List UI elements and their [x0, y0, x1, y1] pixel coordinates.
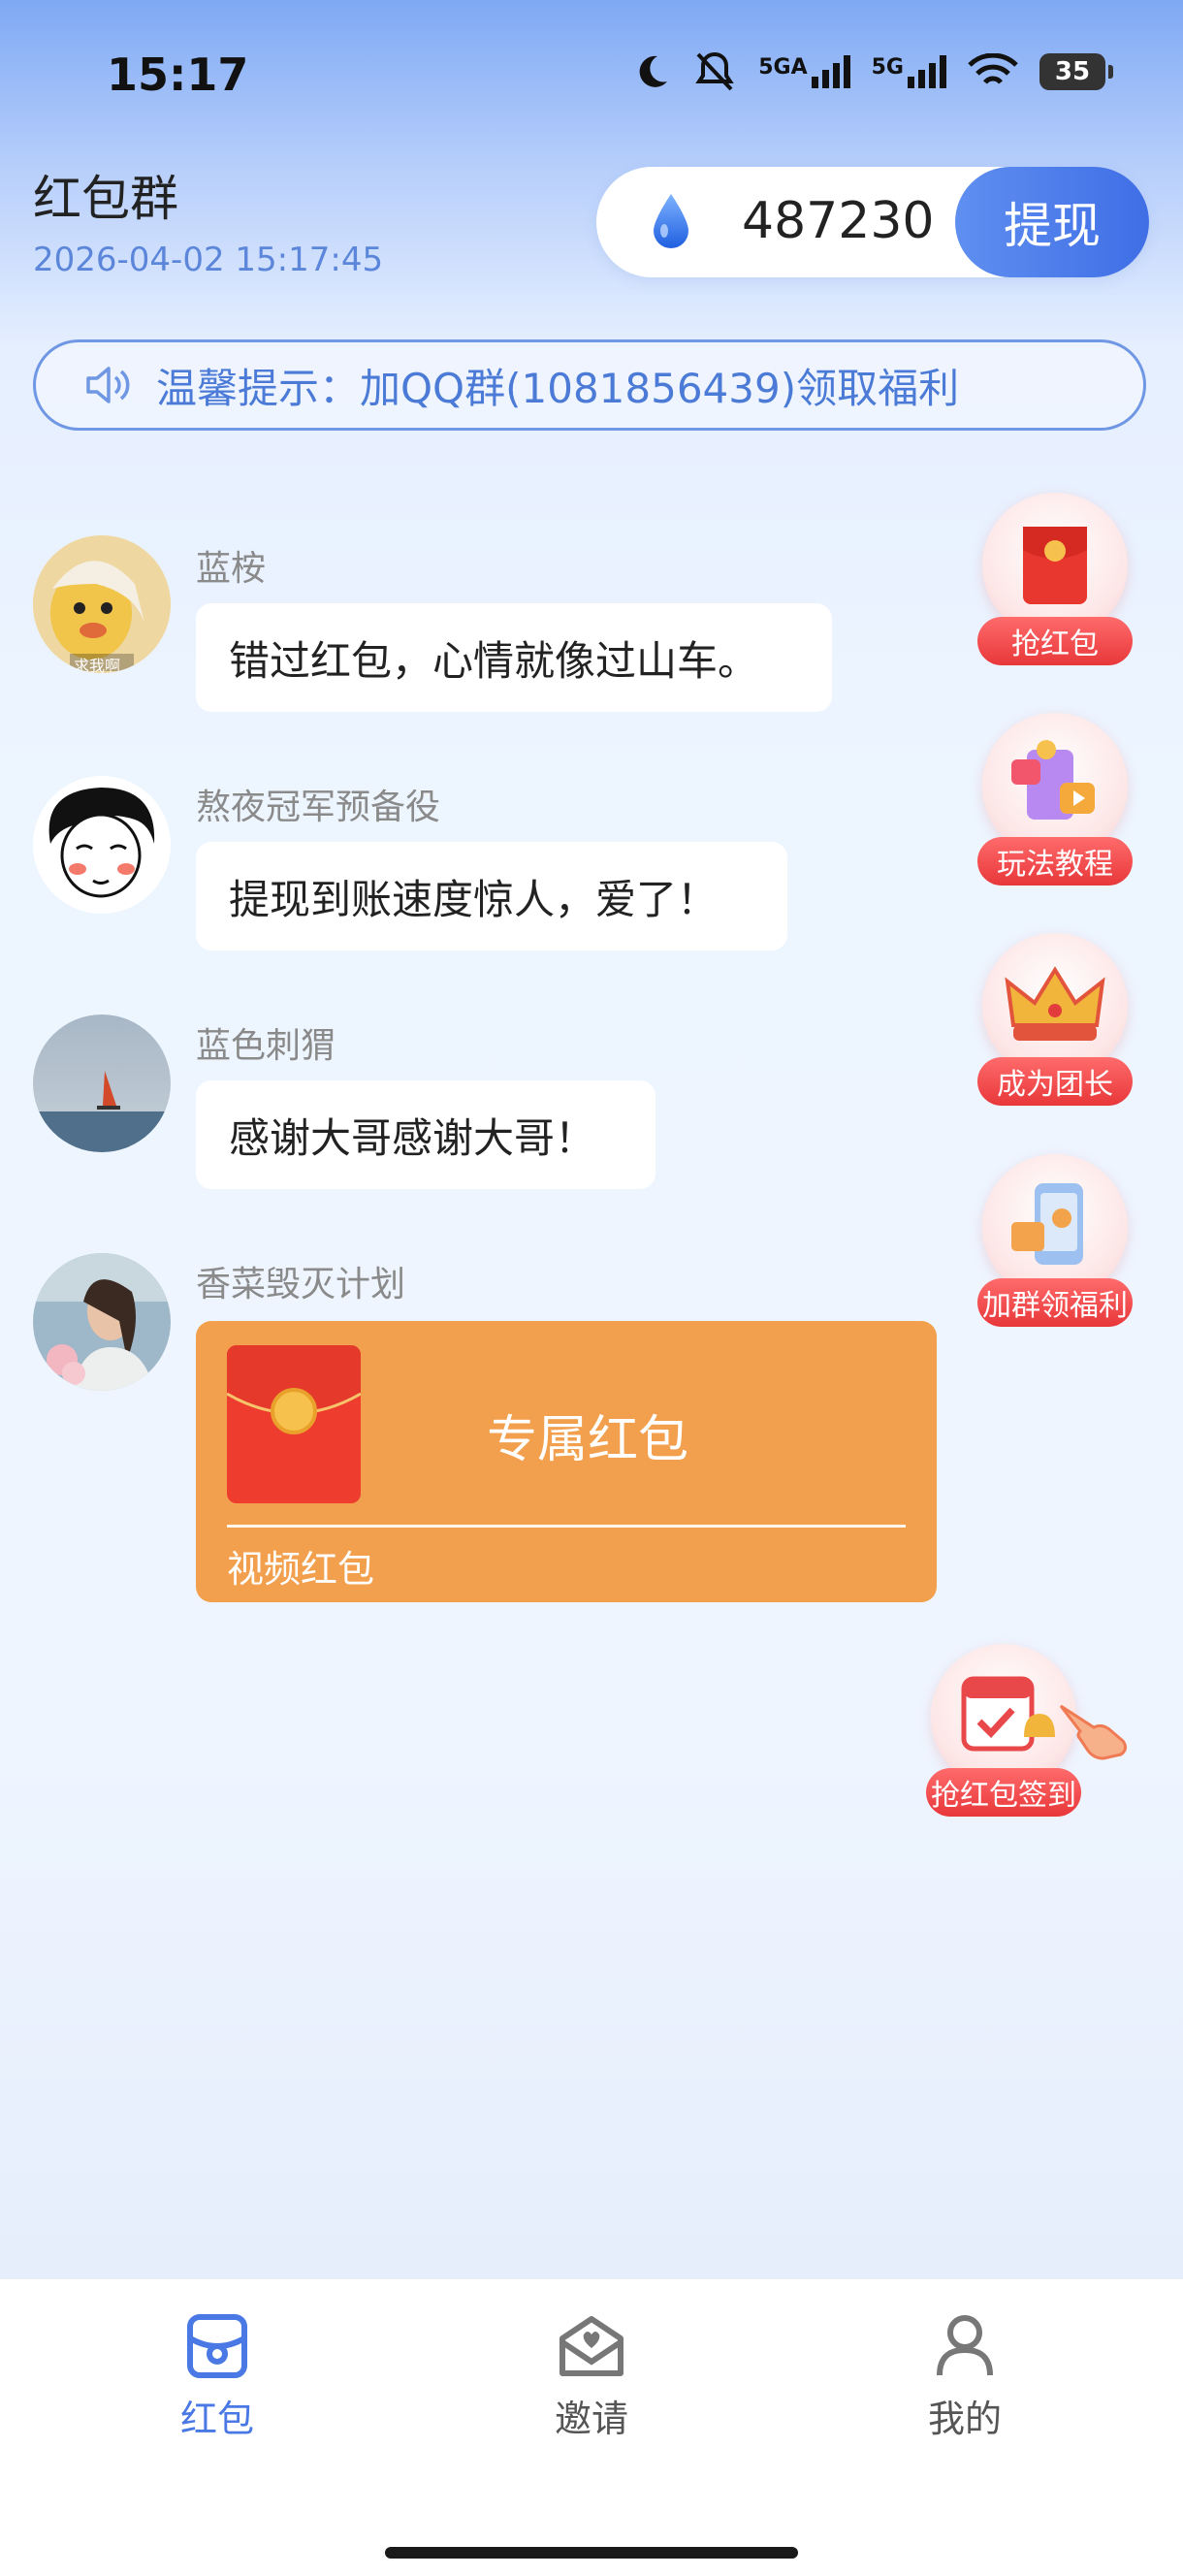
side-button-label: 抢红包	[977, 617, 1133, 665]
network-1-label: 5GA	[758, 55, 808, 80]
sender-name: 香菜毁灭计划	[196, 1265, 406, 1304]
signal-1: 5GA	[758, 55, 850, 88]
side-button-tutorial[interactable]: 玩法教程	[977, 713, 1133, 887]
side-button-label: 玩法教程	[977, 837, 1133, 886]
signal-bars-icon	[811, 55, 850, 88]
message-bubble[interactable]: 感谢大哥感谢大哥！	[196, 1080, 655, 1189]
avatar[interactable]	[33, 1253, 171, 1391]
profile-nav-icon	[937, 2315, 993, 2376]
nav-label: 红包	[179, 2398, 254, 2440]
balance-pill: 487230 提现	[596, 167, 1149, 277]
redpacket-divider	[227, 1525, 906, 1528]
avatar-caption: 求我啊	[74, 657, 121, 673]
avatar[interactable]	[33, 1014, 171, 1152]
side-button-grab-redpacket[interactable]: 抢红包	[977, 493, 1133, 667]
side-button-label: 抢红包签到	[926, 1768, 1081, 1817]
avatar-image-4	[33, 1253, 171, 1391]
notice-bar[interactable]: 温馨提示：加QQ群(1081856439)领取福利	[33, 339, 1146, 431]
withdraw-button[interactable]: 提现	[955, 167, 1149, 277]
side-button-label: 成为团长	[977, 1057, 1133, 1106]
header-datetime: 2026-04-02 15:17:45	[33, 241, 384, 279]
wifi-icon	[968, 53, 1018, 84]
notice-text: 温馨提示：加QQ群(1081856439)领取福利	[156, 364, 960, 412]
speaker-icon	[86, 367, 130, 403]
network-2-label: 5G	[871, 55, 904, 80]
bottom-nav: 红包 邀请 我的	[0, 2279, 1183, 2576]
avatar-image-2	[33, 776, 171, 914]
redpacket-nav-icon	[187, 2314, 247, 2378]
mute-bell-icon	[695, 51, 734, 91]
signal-2: 5G	[872, 55, 946, 88]
avatar-image-3	[33, 1014, 171, 1152]
message-bubble[interactable]: 提现到账速度惊人，爱了！	[196, 842, 787, 950]
signal-bars-icon	[908, 55, 946, 88]
nav-label: 邀请	[554, 2398, 628, 2440]
status-time: 15:17	[107, 48, 249, 101]
status-icons: 5GA 5G 35	[632, 50, 1113, 93]
side-button-label: 加群领福利	[977, 1278, 1133, 1327]
water-drop-icon	[654, 194, 688, 248]
balance-value: 487230	[742, 192, 935, 250]
page-title: 红包群	[33, 171, 178, 227]
nav-item-profile[interactable]: 我的	[868, 2313, 1062, 2442]
battery-icon: 35	[1039, 53, 1113, 90]
avatar[interactable]: 求我啊	[33, 535, 171, 673]
sender-name: 蓝桉	[196, 549, 267, 589]
redpacket-message[interactable]: 专属红包 视频红包	[196, 1321, 937, 1602]
side-button-join-group[interactable]: 加群领福利	[977, 1154, 1133, 1329]
redpacket-title: 专属红包	[487, 1411, 689, 1469]
nav-label: 我的	[927, 2398, 1002, 2440]
nav-item-redpacket[interactable]: 红包	[120, 2313, 314, 2442]
moon-icon	[639, 55, 668, 87]
invite-nav-icon	[560, 2316, 623, 2376]
nav-item-invite[interactable]: 邀请	[495, 2313, 688, 2442]
sender-name: 蓝色刺猬	[196, 1026, 336, 1066]
pointing-hand-icon	[1059, 1704, 1128, 1760]
redpacket-subtitle: 视频红包	[227, 1548, 375, 1591]
red-envelope-icon	[227, 1345, 361, 1503]
side-button-become-leader[interactable]: 成为团长	[977, 933, 1133, 1108]
message-bubble[interactable]: 错过红包，心情就像过山车。	[196, 603, 832, 712]
home-indicator[interactable]	[385, 2547, 798, 2559]
avatar[interactable]	[33, 776, 171, 914]
sender-name: 熬夜冠军预备役	[196, 788, 441, 827]
